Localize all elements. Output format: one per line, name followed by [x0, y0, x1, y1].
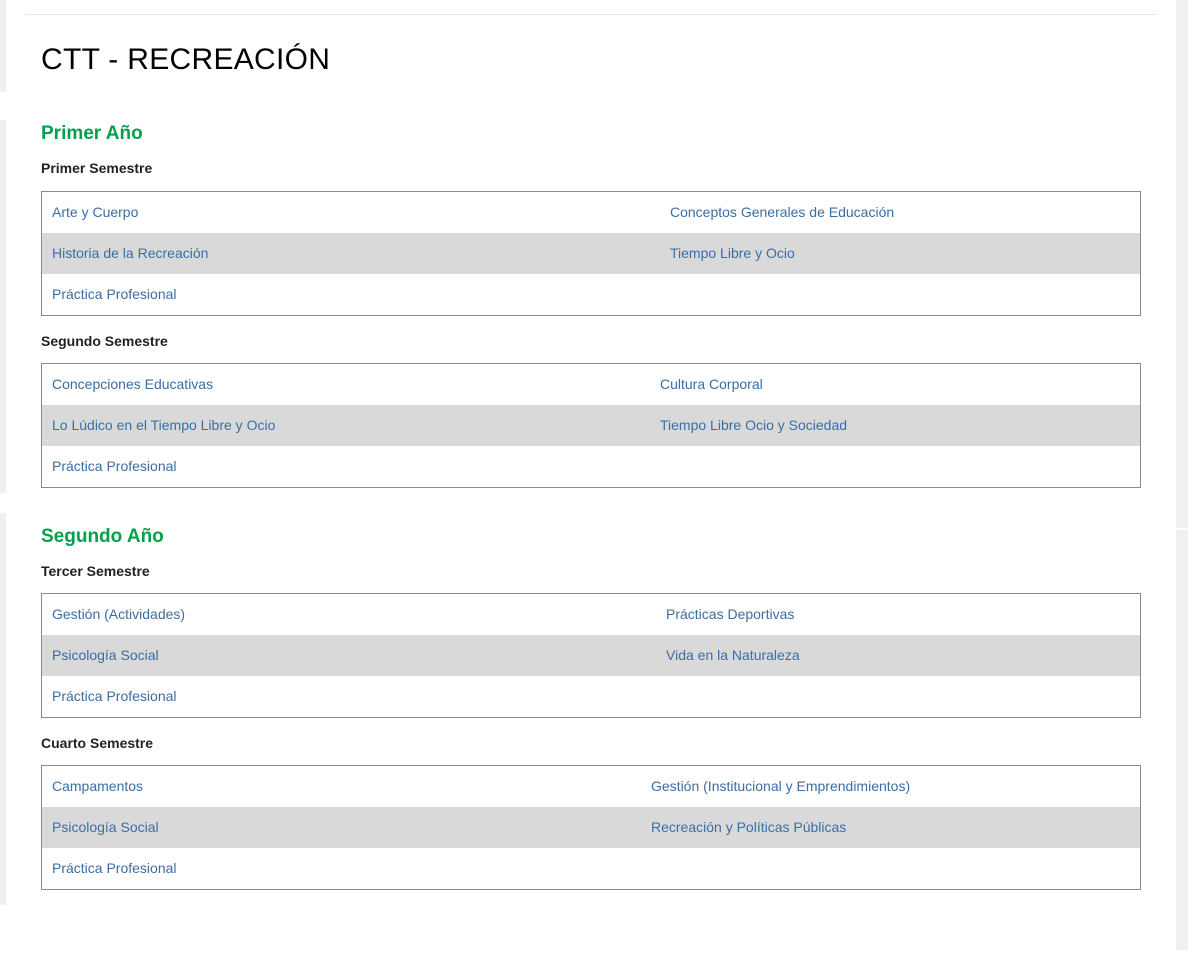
course-link[interactable]: Recreación y Políticas Públicas [651, 807, 846, 848]
table-row: Práctica Profesional [42, 446, 1140, 487]
table-row: Práctica Profesional [42, 274, 1140, 315]
table-row: Lo Lúdico en el Tiempo Libre y Ocio Tiem… [42, 405, 1140, 446]
semester-table-segundo: Concepciones Educativas Cultura Corporal… [41, 363, 1141, 488]
semester-heading-tercer: Tercer Semestre [41, 563, 150, 579]
course-link[interactable]: Lo Lúdico en el Tiempo Libre y Ocio [52, 405, 275, 446]
right-gutter-strip [1176, 0, 1188, 528]
table-row: Arte y Cuerpo Conceptos Generales de Edu… [42, 192, 1140, 233]
semester-table-cuarto: Campamentos Gestión (Institucional y Emp… [41, 765, 1141, 890]
left-gutter-strip [0, 0, 6, 92]
top-divider [25, 14, 1156, 15]
course-link[interactable]: Gestión (Institucional y Emprendimientos… [651, 766, 910, 807]
semester-heading-cuarto: Cuarto Semestre [41, 735, 154, 751]
course-link[interactable]: Tiempo Libre y Ocio [670, 233, 795, 274]
course-link[interactable]: Tiempo Libre Ocio y Sociedad [660, 405, 847, 446]
table-row: Gestión (Actividades) Prácticas Deportiv… [42, 594, 1140, 635]
course-link[interactable]: Práctica Profesional [52, 274, 177, 315]
table-row: Psicología Social Recreación y Políticas… [42, 807, 1140, 848]
table-row: Historia de la Recreación Tiempo Libre y… [42, 233, 1140, 274]
course-link[interactable]: Práctica Profesional [52, 446, 177, 487]
course-link[interactable]: Psicología Social [52, 807, 159, 848]
course-link[interactable]: Gestión (Actividades) [52, 594, 185, 635]
right-gutter-strip [1176, 530, 1188, 950]
table-row: Práctica Profesional [42, 848, 1140, 889]
course-link[interactable]: Historia de la Recreación [52, 233, 208, 274]
course-link[interactable]: Vida en la Naturaleza [666, 635, 800, 676]
semester-table-primer: Arte y Cuerpo Conceptos Generales de Edu… [41, 191, 1141, 316]
course-link[interactable]: Campamentos [52, 766, 143, 807]
semester-heading-primer: Primer Semestre [41, 160, 153, 176]
semester-table-tercer: Gestión (Actividades) Prácticas Deportiv… [41, 593, 1141, 718]
left-gutter-strip [0, 120, 6, 493]
table-row: Práctica Profesional [42, 676, 1140, 717]
course-link[interactable]: Práctica Profesional [52, 848, 177, 889]
table-row: Campamentos Gestión (Institucional y Emp… [42, 766, 1140, 807]
course-link[interactable]: Conceptos Generales de Educación [670, 192, 894, 233]
year-heading-segundo-ano: Segundo Año [41, 526, 164, 547]
course-link[interactable]: Arte y Cuerpo [52, 192, 138, 233]
left-gutter-strip [0, 513, 6, 905]
semester-heading-segundo: Segundo Semestre [41, 333, 168, 349]
course-link[interactable]: Psicología Social [52, 635, 159, 676]
course-link[interactable]: Concepciones Educativas [52, 364, 213, 405]
year-heading-primer-ano: Primer Año [41, 123, 143, 144]
course-link[interactable]: Prácticas Deportivas [666, 594, 794, 635]
table-row: Psicología Social Vida en la Naturaleza [42, 635, 1140, 676]
table-row: Concepciones Educativas Cultura Corporal [42, 364, 1140, 405]
course-link[interactable]: Práctica Profesional [52, 676, 177, 717]
page-title: CTT - RECREACIÓN [41, 43, 331, 76]
course-link[interactable]: Cultura Corporal [660, 364, 763, 405]
